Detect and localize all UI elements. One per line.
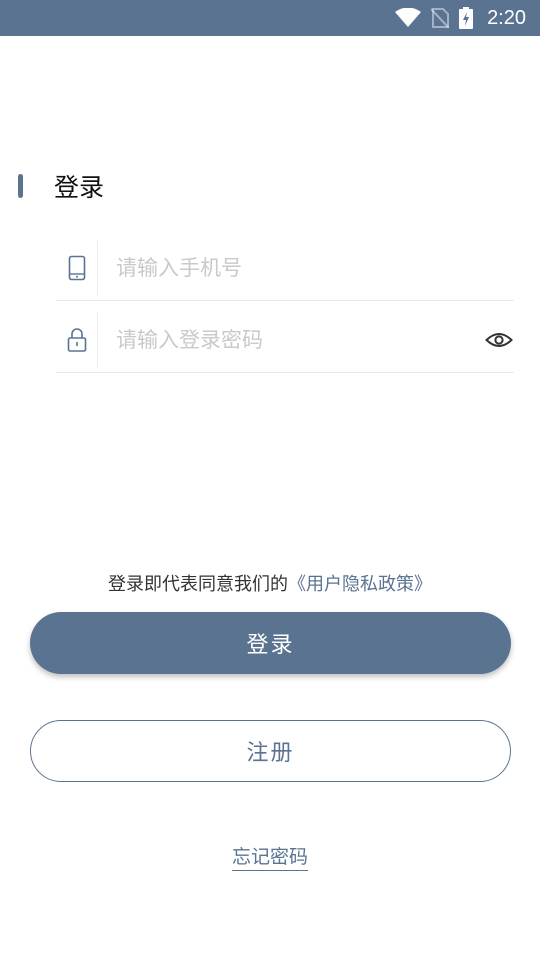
page-title: 登录: [54, 173, 105, 202]
no-sim-icon: [431, 8, 450, 28]
privacy-policy-link[interactable]: 《用户隐私政策》: [288, 574, 432, 595]
register-button[interactable]: 注册: [30, 720, 511, 782]
password-field: [56, 308, 514, 373]
battery-charging-icon: [459, 7, 474, 29]
password-input[interactable]: [98, 320, 484, 360]
lock-icon: [56, 313, 98, 367]
page-header: 登录: [18, 168, 104, 204]
phone-input[interactable]: [98, 248, 514, 288]
status-time: 2:20: [487, 6, 526, 29]
title-accent-bar: [18, 174, 23, 198]
forgot-password-row: 忘记密码: [0, 842, 540, 871]
status-bar: 2:20: [0, 0, 540, 36]
phone-field: [56, 236, 514, 301]
agreement-prefix: 登录即代表同意我们的: [108, 574, 288, 595]
eye-icon[interactable]: [484, 325, 514, 355]
phone-icon: [56, 241, 98, 295]
forgot-password-link[interactable]: 忘记密码: [231, 846, 308, 871]
login-button[interactable]: 登录: [30, 612, 511, 674]
wifi-icon: [395, 8, 422, 28]
agreement-text: 登录即代表同意我们的《用户隐私政策》: [0, 570, 540, 596]
